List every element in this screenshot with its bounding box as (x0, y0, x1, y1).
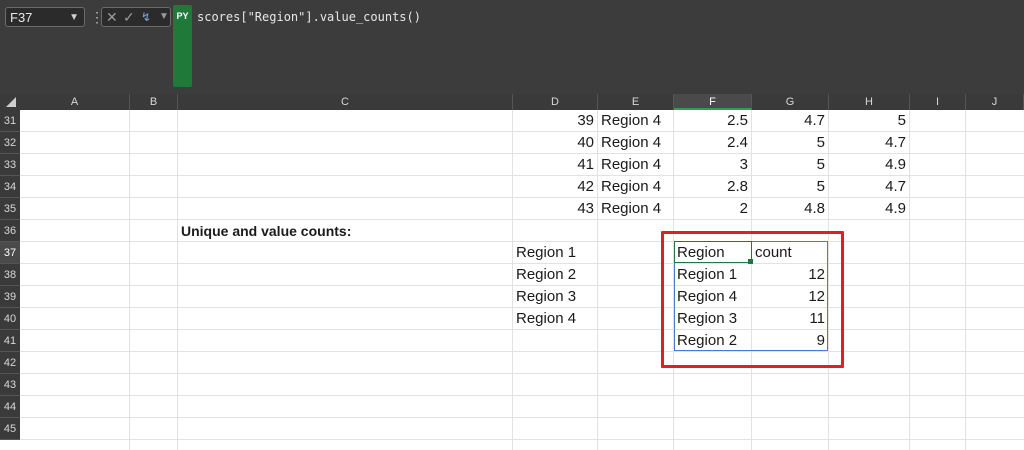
cell-d35[interactable]: 43 (513, 198, 598, 220)
cell-g35[interactable]: 4.8 (752, 198, 829, 220)
cell-h35[interactable]: 4.9 (829, 198, 910, 220)
row-header-36[interactable]: 36 (0, 220, 20, 242)
cell-d32[interactable]: 40 (513, 132, 598, 154)
row-header-32[interactable]: 32 (0, 132, 20, 154)
row-header-45[interactable]: 45 (0, 418, 20, 440)
column-header-a[interactable]: A (20, 94, 130, 110)
grid-line (20, 395, 1024, 396)
column-header-h[interactable]: H (829, 94, 910, 110)
row-header-44[interactable]: 44 (0, 396, 20, 418)
grid-line (177, 110, 178, 450)
cell-g32[interactable]: 5 (752, 132, 829, 154)
column-header-f[interactable]: F (674, 94, 752, 110)
row-header-42[interactable]: 42 (0, 352, 20, 374)
cell-f33[interactable]: 3 (674, 154, 752, 176)
cell-g33[interactable]: 5 (752, 154, 829, 176)
row-header-38[interactable]: 38 (0, 264, 20, 286)
column-header-i[interactable]: I (910, 94, 966, 110)
cell-f34[interactable]: 2.8 (674, 176, 752, 198)
row-header-43[interactable]: 43 (0, 374, 20, 396)
grid-line (129, 110, 130, 450)
cell-g31[interactable]: 4.7 (752, 110, 829, 132)
row-header-31[interactable]: 31 (0, 110, 20, 132)
grid-line (20, 373, 1024, 374)
unique-value-cell[interactable]: Region 3 (513, 286, 598, 308)
name-box[interactable]: F37 ▼ (5, 7, 85, 27)
chevron-down-icon[interactable]: ▼ (69, 8, 79, 28)
grid-line (20, 351, 1024, 352)
cell-h31[interactable]: 5 (829, 110, 910, 132)
cell-h33[interactable]: 4.9 (829, 154, 910, 176)
row-header-33[interactable]: 33 (0, 154, 20, 176)
formula-buttons: ✕ ✓ ↯ ▼ (101, 7, 171, 27)
column-header-c[interactable]: C (178, 94, 513, 110)
cell-e33[interactable]: Region 4 (598, 154, 674, 176)
cell-f32[interactable]: 2.4 (674, 132, 752, 154)
grid-line (20, 439, 1024, 440)
check-icon[interactable]: ✓ (123, 8, 135, 26)
grid-line (20, 417, 1024, 418)
grid-line (965, 110, 966, 450)
cell-e34[interactable]: Region 4 (598, 176, 674, 198)
cell-d31[interactable]: 39 (513, 110, 598, 132)
cell-h34[interactable]: 4.7 (829, 176, 910, 198)
cell-e35[interactable]: Region 4 (598, 198, 674, 220)
formula-input[interactable]: scores["Region"].value_counts() (197, 10, 421, 24)
cell-f31[interactable]: 2.5 (674, 110, 752, 132)
column-header-d[interactable]: D (513, 94, 598, 110)
cancel-icon[interactable]: ✕ (106, 8, 118, 26)
column-header-e[interactable]: E (598, 94, 674, 110)
column-header-j[interactable]: J (966, 94, 1024, 110)
python-mode-badge[interactable]: PY (173, 5, 192, 87)
chevron-down-icon[interactable]: ▼ (159, 8, 169, 26)
cell-e32[interactable]: Region 4 (598, 132, 674, 154)
section-label[interactable]: Unique and value counts: (178, 220, 513, 242)
row-header-39[interactable]: 39 (0, 286, 20, 308)
column-header-g[interactable]: G (752, 94, 829, 110)
formula-bar: F37 ▼ ⋮ ✕ ✓ ↯ ▼ PY scores["Region"].valu… (0, 0, 1024, 94)
unique-value-cell[interactable]: Region 1 (513, 242, 598, 264)
cell-g34[interactable]: 5 (752, 176, 829, 198)
column-header-b[interactable]: B (130, 94, 178, 110)
row-header-41[interactable]: 41 (0, 330, 20, 352)
name-box-value: F37 (10, 10, 33, 25)
python-output-icon[interactable]: ↯ (141, 8, 151, 26)
highlight-annotation-box (661, 231, 844, 368)
cell-h32[interactable]: 4.7 (829, 132, 910, 154)
unique-value-cell[interactable]: Region 2 (513, 264, 598, 286)
row-header-40[interactable]: 40 (0, 308, 20, 330)
cell-f35[interactable]: 2 (674, 198, 752, 220)
row-header-37[interactable]: 37 (0, 242, 20, 264)
row-header-34[interactable]: 34 (0, 176, 20, 198)
row-header-35[interactable]: 35 (0, 198, 20, 220)
unique-value-cell[interactable]: Region 4 (513, 308, 598, 330)
cell-d33[interactable]: 41 (513, 154, 598, 176)
cell-e31[interactable]: Region 4 (598, 110, 674, 132)
select-all-icon (6, 97, 16, 107)
cell-d34[interactable]: 42 (513, 176, 598, 198)
